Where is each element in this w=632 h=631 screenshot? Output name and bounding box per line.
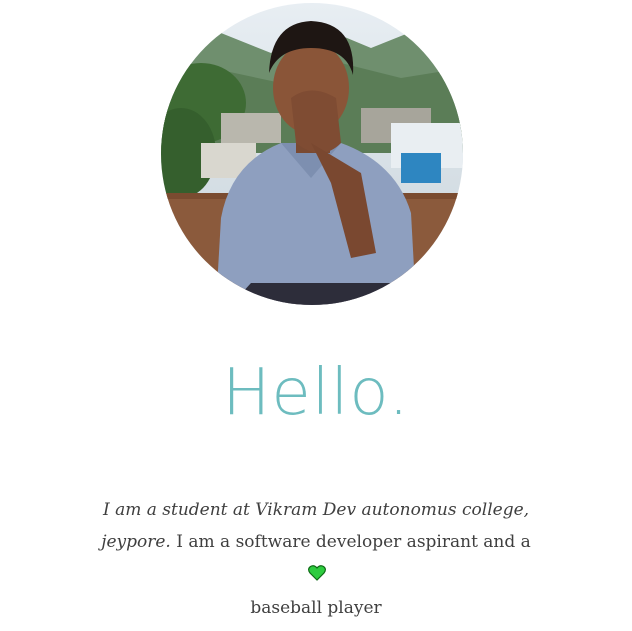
profile-section: Hello. I am a student at Vikram Dev auto… bbox=[0, 0, 632, 631]
profile-photo bbox=[161, 3, 463, 305]
bio-text: I am a software developer aspirant and a bbox=[170, 532, 531, 552]
avatar bbox=[161, 3, 463, 305]
green-heart-icon bbox=[308, 560, 326, 592]
greeting-heading: Hello. bbox=[222, 356, 410, 430]
bio-paragraph: I am a student at Vikram Dev autonomus c… bbox=[96, 494, 536, 624]
bio-text-end: baseball player bbox=[250, 598, 382, 618]
